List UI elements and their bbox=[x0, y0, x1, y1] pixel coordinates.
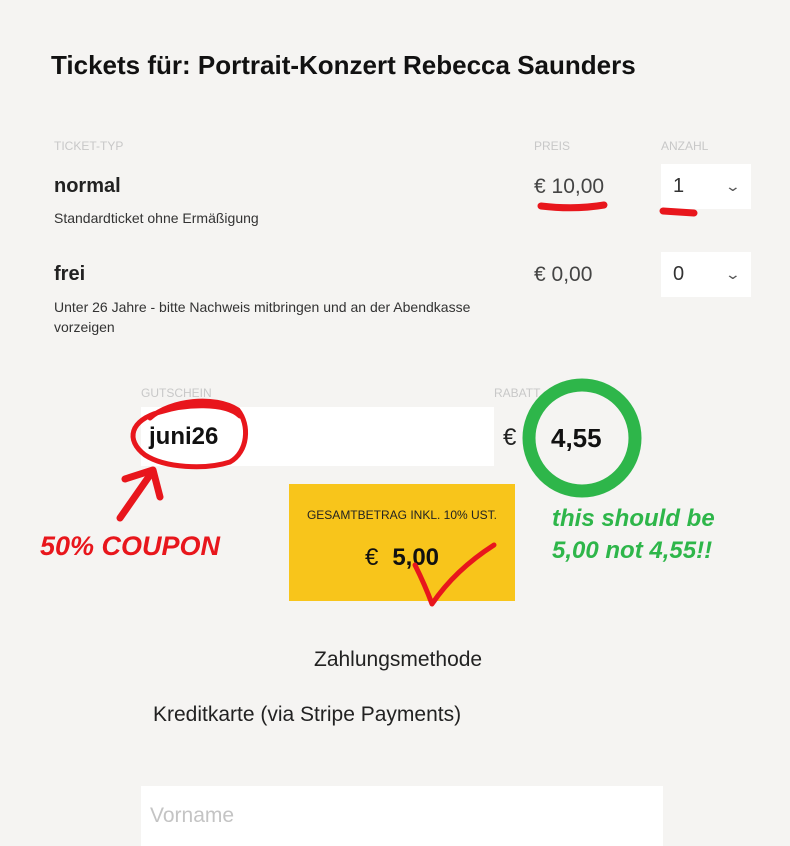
price-value: 0,00 bbox=[551, 263, 593, 286]
coupon-arrow-head-mark bbox=[121, 466, 164, 501]
column-header-price: PREIS bbox=[534, 139, 571, 153]
discount-value: 4,55 bbox=[551, 423, 602, 453]
firstname-field[interactable] bbox=[141, 786, 663, 846]
payment-method-heading: Zahlungsmethode bbox=[314, 648, 483, 671]
page-title: Tickets für: Portrait-Konzert Rebecca Sa… bbox=[51, 50, 636, 80]
coupon-arrow-mark bbox=[116, 471, 154, 522]
ticket-name-normal: normal bbox=[54, 175, 121, 197]
discount-annotation-line1: this should be bbox=[552, 505, 715, 532]
quantity-select-frei[interactable]: 0 ⌄ bbox=[661, 252, 751, 297]
chevron-down-icon: ⌄ bbox=[724, 178, 742, 194]
voucher-input-value: juni26 bbox=[149, 422, 219, 450]
voucher-label: GUTSCHEIN bbox=[141, 386, 212, 400]
column-header-quantity: ANZAHL bbox=[661, 139, 709, 153]
discount-annotation-line2: 5,00 not 4,55!! bbox=[552, 537, 713, 564]
ticket-price-normal: € 10,00 bbox=[534, 175, 604, 199]
ticket-desc-frei: Unter 26 Jahre - bitte Nachweis mitbring… bbox=[54, 299, 471, 335]
total-value: 5,00 bbox=[392, 544, 440, 571]
quantity-value: 1 bbox=[673, 175, 685, 197]
discount-currency: € bbox=[503, 424, 517, 451]
price-currency: € bbox=[534, 263, 546, 286]
ticket-name-frei: frei bbox=[54, 263, 86, 285]
payment-option-credit-card[interactable]: Kreditkarte (via Stripe Payments) bbox=[153, 703, 461, 727]
quantity-select-normal[interactable]: 1 ⌄ bbox=[661, 164, 751, 209]
price-currency: € bbox=[534, 175, 546, 198]
total-amount: €5,00 bbox=[289, 544, 515, 572]
ticket-price-frei: € 0,00 bbox=[534, 263, 592, 287]
quantity-value: 0 bbox=[673, 263, 685, 285]
discount-label: RABATT bbox=[494, 386, 541, 400]
column-header-ticket-type: TICKET-TYP bbox=[54, 139, 124, 153]
total-label: GESAMTBETRAG INKL. 10% UST. bbox=[306, 508, 498, 522]
chevron-down-icon: ⌄ bbox=[724, 266, 742, 282]
price-value: 10,00 bbox=[551, 175, 605, 198]
total-currency: € bbox=[364, 544, 379, 571]
voucher-input[interactable]: juni26 bbox=[141, 407, 494, 466]
coupon-annotation-text: 50% COUPON bbox=[40, 531, 221, 561]
qty-underline-mark bbox=[659, 207, 698, 217]
price-underline-mark bbox=[537, 201, 608, 212]
total-box: GESAMTBETRAG INKL. 10% UST. €5,00 bbox=[289, 484, 515, 601]
ticket-desc-normal: Standardticket ohne Ermäßigung bbox=[54, 210, 259, 226]
